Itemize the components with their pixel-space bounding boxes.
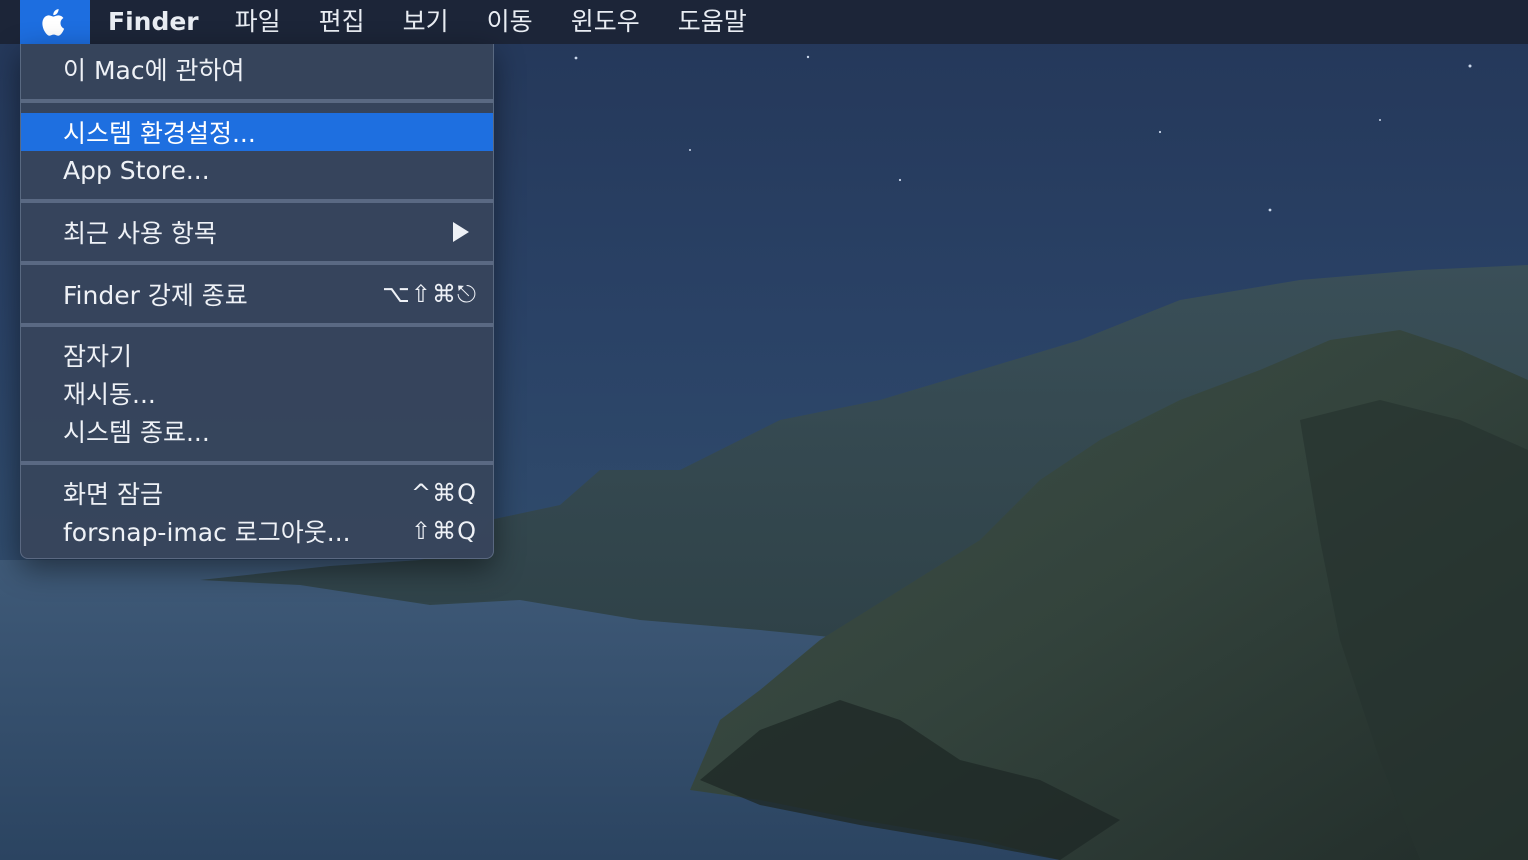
menu-separator [21,199,493,203]
menu-item-label: 시스템 환경설정... [63,119,256,148]
menu-item-recent-items[interactable]: 최근 사용 항목 [21,213,493,251]
desktop: Finder 파일 편집 보기 이동 윈도우 도움말 이 Mac에 관하여 시스… [0,0,1528,860]
menu-item-shut-down[interactable]: 시스템 종료... [21,412,493,450]
menu-bar: Finder 파일 편집 보기 이동 윈도우 도움말 [0,0,1528,44]
menu-file[interactable]: 파일 [235,0,281,44]
menu-item-system-preferences[interactable]: 시스템 환경설정... [21,113,493,151]
menu-item-label: Finder 강제 종료 [63,281,248,310]
submenu-arrow-icon [453,222,469,242]
menu-item-about-this-mac[interactable]: 이 Mac에 관하여 [21,50,493,88]
menu-item-lock-screen[interactable]: 화면 잠금 ^⌘Q [21,474,493,512]
menu-item-app-store[interactable]: App Store... [21,151,493,189]
menu-go[interactable]: 이동 [487,0,533,44]
apple-logo-icon [42,9,65,36]
keyboard-shortcut: ^⌘Q [411,479,477,507]
menu-item-restart[interactable]: 재시동... [21,374,493,412]
menu-help[interactable]: 도움말 [678,0,747,44]
menu-view[interactable]: 보기 [403,0,449,44]
menu-window[interactable]: 윈도우 [571,0,640,44]
menu-item-label: 재시동... [63,380,156,409]
menu-item-label: App Store... [63,155,210,185]
menu-item-label: 시스템 종료... [63,418,210,447]
menu-item-label: 화면 잠금 [63,480,163,509]
menu-item-label: 이 Mac에 관하여 [63,56,245,85]
keyboard-shortcut: ⌥⇧⌘⎋ [382,280,477,308]
apple-menu-button[interactable] [20,0,90,44]
menu-item-label: 최근 사용 항목 [63,219,217,248]
menu-separator [21,99,493,103]
menu-item-log-out[interactable]: forsnap-imac 로그아웃... ⇧⌘Q [21,512,493,550]
keyboard-shortcut: ⇧⌘Q [411,517,477,545]
menu-item-label: forsnap-imac 로그아웃... [63,518,351,547]
menu-item-force-quit[interactable]: Finder 강제 종료 ⌥⇧⌘⎋ [21,275,493,313]
menu-separator [21,323,493,327]
menu-app-name[interactable]: Finder [108,0,199,44]
apple-dropdown-menu: 이 Mac에 관하여 시스템 환경설정... App Store... 최근 사… [20,44,494,559]
menu-edit[interactable]: 편집 [319,0,365,44]
menu-separator [21,261,493,265]
menu-separator [21,461,493,465]
menu-item-sleep[interactable]: 잠자기 [21,336,493,374]
menu-item-label: 잠자기 [63,342,133,371]
